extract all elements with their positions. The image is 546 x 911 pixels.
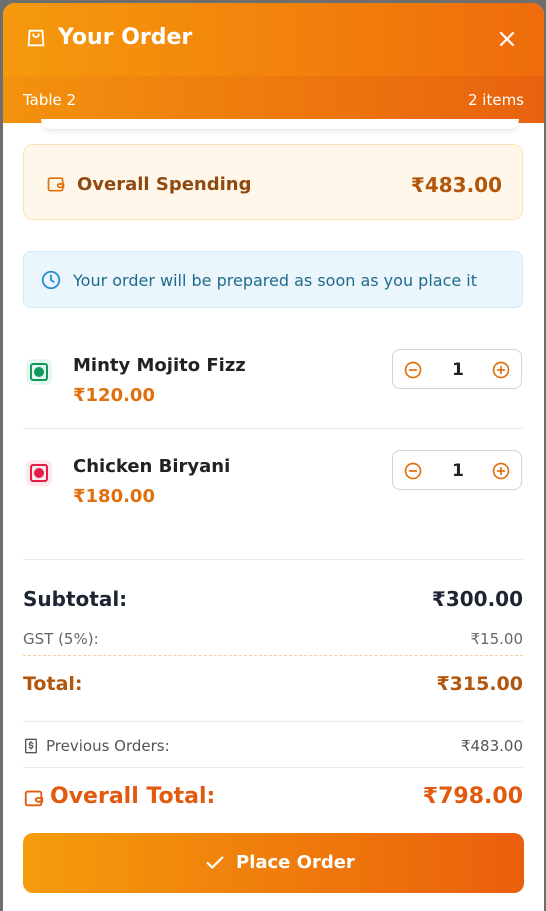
- overall-spending-amount: ₹483.00: [410, 173, 502, 197]
- shopping-bag-icon: [27, 29, 45, 47]
- list-item: Chicken Biryani ₹180.00 1: [23, 450, 523, 550]
- place-order-button[interactable]: Place Order: [23, 833, 524, 893]
- quantity-stepper: 1: [392, 349, 522, 389]
- overall-total-value: ₹798.00: [422, 784, 523, 809]
- veg-indicator-icon: [26, 359, 52, 385]
- dashed-divider: [23, 655, 523, 656]
- non-veg-indicator-icon: [26, 460, 52, 486]
- plus-circle-icon[interactable]: [491, 461, 511, 481]
- total-divider: [23, 721, 523, 722]
- item-name: Minty Mojito Fizz: [73, 355, 246, 376]
- order-title: Your Order: [58, 25, 193, 50]
- order-header: Your Order: [3, 3, 544, 76]
- total-label: Total:: [23, 673, 83, 695]
- order-panel: Your Order Table 2 2 items Overall Spend…: [3, 3, 544, 911]
- previous-orders-value: ₹483.00: [460, 737, 523, 755]
- item-name: Chicken Biryani: [73, 456, 231, 477]
- place-order-label: Place Order: [236, 852, 355, 873]
- previous-orders-label: Previous Orders:: [46, 737, 170, 755]
- overall-total-label: Overall Total:: [50, 784, 216, 809]
- table-info-bar: Table 2 2 items: [3, 76, 544, 123]
- total-value: ₹315.00: [436, 673, 523, 695]
- summary-divider: [23, 559, 523, 560]
- overall-spending-card: Overall Spending ₹483.00: [23, 144, 523, 220]
- close-icon[interactable]: [495, 27, 519, 51]
- plus-circle-icon[interactable]: [491, 360, 511, 380]
- item-divider: [23, 428, 523, 429]
- items-count: 2 items: [467, 91, 524, 109]
- check-icon: [206, 856, 224, 869]
- subtotal-value: ₹300.00: [431, 587, 523, 611]
- prep-info-banner: Your order will be prepared as soon as y…: [23, 251, 523, 308]
- item-price: ₹120.00: [73, 385, 155, 406]
- list-item: Minty Mojito Fizz ₹120.00 1: [23, 349, 523, 449]
- table-label: Table 2: [23, 91, 77, 109]
- overall-spending-label: Overall Spending: [77, 174, 252, 195]
- subtotal-label: Subtotal:: [23, 587, 128, 611]
- prep-info-text: Your order will be prepared as soon as y…: [73, 271, 478, 290]
- wallet-icon: [47, 177, 65, 192]
- overall-divider: [23, 767, 523, 768]
- receipt-dollar-icon: [25, 738, 37, 754]
- gst-value: ₹15.00: [470, 630, 524, 648]
- quantity-stepper: 1: [392, 450, 522, 490]
- wallet-icon: [24, 790, 44, 807]
- gst-label: GST (5%):: [23, 630, 99, 648]
- scrolled-card-edge: [41, 119, 519, 129]
- clock-icon: [41, 270, 61, 290]
- item-price: ₹180.00: [73, 486, 155, 507]
